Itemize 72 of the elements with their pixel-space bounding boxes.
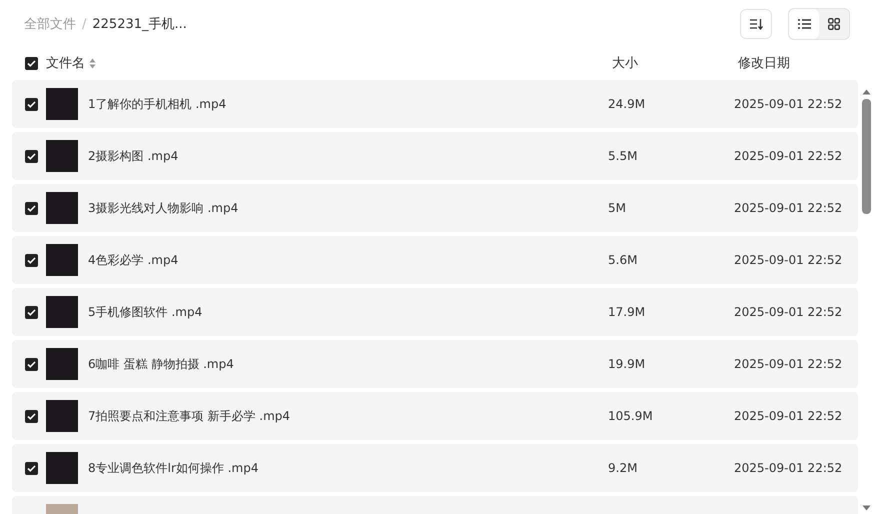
modified-date: 2025-09-01 22:52	[734, 461, 842, 475]
file-name: 5手机修图软件 .mp4	[88, 304, 202, 320]
video-thumbnail	[46, 400, 78, 432]
video-thumbnail	[46, 88, 78, 120]
file-row[interactable]: 5手机修图软件 .mp4 17.9M 2025-09-01 22:52	[12, 288, 858, 336]
row-checkbox[interactable]	[25, 254, 38, 266]
file-row[interactable]: 1了解你的手机相机 .mp4 24.9M 2025-09-01 22:52	[12, 80, 858, 128]
sort-button[interactable]	[740, 9, 772, 39]
file-size: 24.9M	[608, 97, 646, 111]
row-checkbox[interactable]	[25, 202, 38, 214]
modified-date: 2025-09-01 22:52	[734, 97, 842, 111]
sort-icon	[749, 18, 763, 30]
file-row[interactable]: 8专业调色软件lr如何操作 .mp4 9.2M 2025-09-01 22:52	[12, 444, 858, 492]
modified-date: 2025-09-01 22:52	[734, 201, 842, 215]
file-size: 19.9M	[608, 357, 646, 371]
breadcrumb-separator: /	[82, 16, 86, 32]
checkmark-icon	[27, 100, 36, 108]
row-checkbox[interactable]	[25, 98, 38, 110]
checkmark-icon	[27, 412, 36, 420]
scroll-up-icon[interactable]	[862, 89, 870, 95]
checkmark-icon	[27, 464, 36, 472]
modified-date: 2025-09-01 22:52	[734, 149, 842, 163]
row-checkbox[interactable]	[25, 358, 38, 370]
row-checkbox[interactable]	[25, 462, 38, 474]
breadcrumb-current: 225231_手机...	[92, 16, 187, 33]
row-checkbox[interactable]	[25, 150, 38, 162]
row-checkbox[interactable]	[25, 306, 38, 318]
video-thumbnail	[46, 140, 78, 172]
checkmark-icon	[27, 360, 36, 368]
video-thumbnail	[46, 296, 78, 328]
scrollbar-thumb[interactable]	[862, 99, 870, 214]
file-size: 105.9M	[608, 409, 653, 423]
sort-arrows-icon[interactable]	[89, 58, 96, 68]
file-name: 1了解你的手机相机 .mp4	[88, 96, 226, 112]
file-name: 4色彩必学 .mp4	[88, 252, 178, 268]
row-checkbox[interactable]	[25, 410, 38, 422]
scroll-down-icon[interactable]	[862, 505, 870, 511]
name-column-header[interactable]: 文件名	[46, 54, 85, 72]
file-size: 5.5M	[608, 149, 638, 163]
video-thumbnail	[46, 452, 78, 484]
list-icon	[798, 19, 810, 29]
file-row[interactable]: 3摄影光线对人物影响 .mp4 5M 2025-09-01 22:52	[12, 184, 858, 232]
video-thumbnail	[46, 244, 78, 276]
video-thumbnail	[46, 192, 78, 224]
modified-date: 2025-09-01 22:52	[734, 409, 842, 423]
select-all-checkbox[interactable]	[25, 56, 38, 70]
modified-date: 2025-09-01 22:52	[734, 357, 842, 371]
file-size: 5M	[608, 201, 626, 215]
checkmark-icon	[27, 204, 36, 212]
checkmark-icon	[27, 152, 36, 160]
file-name: 6咖啡 蛋糕 静物拍摄 .mp4	[88, 356, 234, 372]
modified-date: 2025-09-01 22:52	[734, 305, 842, 319]
file-row[interactable]: 6咖啡 蛋糕 静物拍摄 .mp4 19.9M 2025-09-01 22:52	[12, 340, 858, 388]
checkmark-icon	[27, 60, 36, 66]
file-row[interactable]: 7拍照要点和注意事项 新手必学 .mp4 105.9M 2025-09-01 22:52	[12, 392, 858, 440]
file-name: 8专业调色软件lr如何操作 .mp4	[88, 460, 258, 476]
modified-date: 2025-09-01 22:52	[734, 253, 842, 267]
file-row[interactable]: 4色彩必学 .mp4 5.6M 2025-09-01 22:52	[12, 236, 858, 284]
file-name: 3摄影光线对人物影响 .mp4	[88, 200, 238, 216]
file-size: 5.6M	[608, 253, 638, 267]
file-name: 7拍照要点和注意事项 新手必学 .mp4	[88, 408, 290, 424]
video-thumbnail	[46, 348, 78, 380]
checkmark-icon	[27, 256, 36, 264]
list-view-button[interactable]	[789, 9, 819, 39]
file-size: 9.2M	[608, 461, 638, 475]
size-column-header: 大小	[612, 55, 638, 72]
file-name: 2摄影构图 .mp4	[88, 148, 178, 164]
file-size: 17.9M	[608, 305, 646, 319]
file-row[interactable]: 2摄影构图 .mp4 5.5M 2025-09-01 22:52	[12, 132, 858, 180]
grid-icon	[828, 18, 840, 30]
checkmark-icon	[27, 308, 36, 316]
date-column-header: 修改日期	[738, 55, 790, 72]
